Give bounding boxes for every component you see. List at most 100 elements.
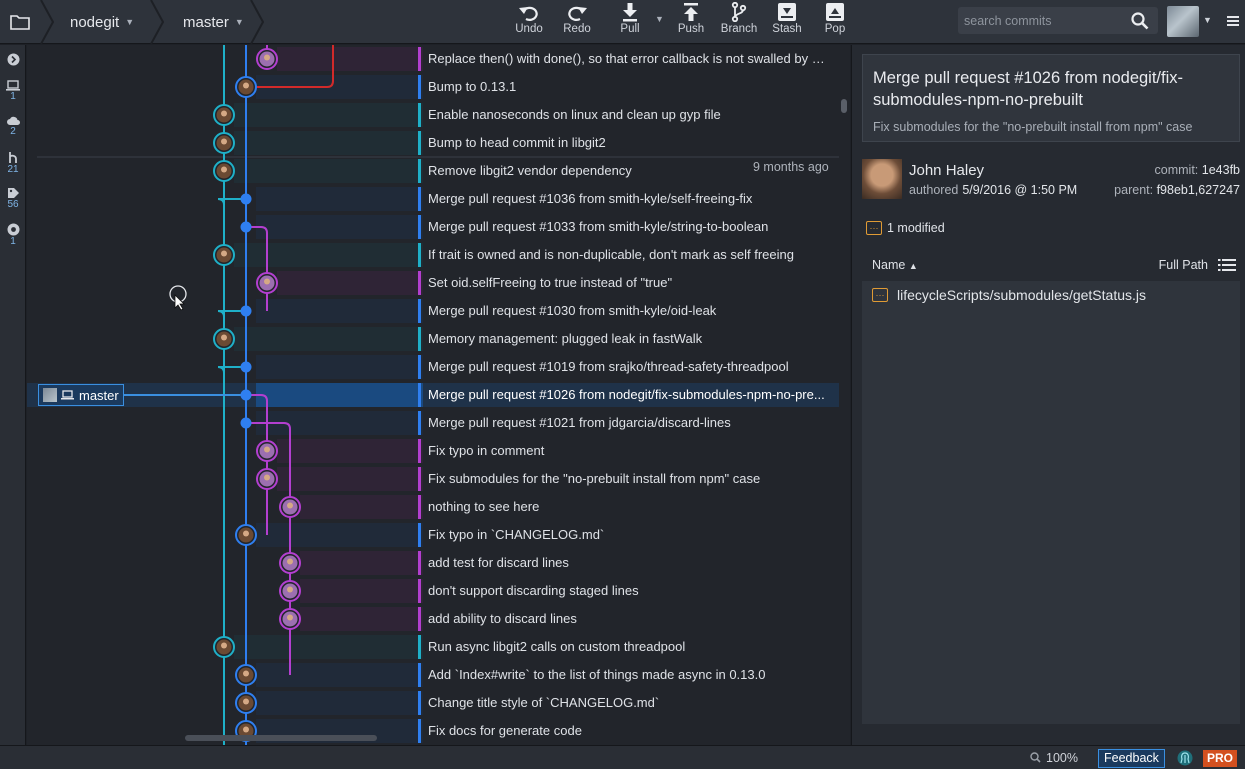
zoom-icon <box>1030 752 1041 763</box>
commit-row-band <box>277 467 423 491</box>
row-color-marker <box>418 551 421 575</box>
open-repo-button[interactable] <box>0 0 40 44</box>
commit-message[interactable]: Merge pull request #1026 from nodegit/fi… <box>428 384 828 406</box>
commit-message[interactable]: Change title style of `CHANGELOG.md` <box>428 692 828 714</box>
commit-sha[interactable]: 1e43fb <box>1202 163 1240 177</box>
list-view-icon[interactable] <box>1218 259 1236 271</box>
gitkraken-icon[interactable] <box>1177 750 1193 766</box>
pop-button[interactable]: Pop <box>811 2 859 42</box>
vertical-scrollbar[interactable] <box>841 99 847 113</box>
commit-message[interactable]: Merge pull request #1036 from smith-kyle… <box>428 188 828 210</box>
rail-local-branches[interactable]: 1 <box>0 80 26 102</box>
author-name: John Haley <box>909 162 985 179</box>
commit-row-band <box>256 187 423 211</box>
pro-badge[interactable]: PRO <box>1203 750 1238 767</box>
merge-commit-dot <box>240 305 252 317</box>
commit-message[interactable]: Bump to head commit in libgit2 <box>428 132 828 154</box>
commit-message[interactable]: add ability to discard lines <box>428 608 828 630</box>
commit-author-face <box>221 138 227 145</box>
commit-message[interactable]: add test for discard lines <box>428 552 828 574</box>
chevron-down-icon: ▼ <box>234 17 244 27</box>
commit-message[interactable]: Merge pull request #1019 from srajko/thr… <box>428 356 828 378</box>
branch-button[interactable]: Branch <box>715 2 763 42</box>
rail-pull-requests[interactable]: 21 <box>0 151 26 175</box>
commit-row-band <box>234 243 423 267</box>
modified-count-label: 1 modified <box>887 221 945 235</box>
commit-message[interactable]: Merge pull request #1021 from jdgarcia/d… <box>428 412 828 434</box>
row-color-marker <box>418 663 421 687</box>
row-color-marker <box>418 215 421 239</box>
branch-tag-master[interactable]: master <box>38 384 124 406</box>
pull-options-chevron-icon[interactable]: ▼ <box>655 14 664 24</box>
search-icon[interactable] <box>1131 12 1149 30</box>
branch-name: master <box>183 13 229 31</box>
laptop-icon <box>6 80 20 91</box>
stash-button[interactable]: Stash <box>763 2 811 42</box>
commit-message[interactable]: Memory management: plugged leak in fastW… <box>428 328 828 350</box>
commit-message[interactable]: Merge pull request #1033 from smith-kyle… <box>428 216 828 238</box>
commit-message[interactable]: Bump to 0.13.1 <box>428 76 828 98</box>
name-sort-button[interactable]: Name ▲ <box>872 258 918 272</box>
commit-author-face <box>264 474 270 481</box>
commit-title: Merge pull request #1026 from nodegit/fi… <box>873 69 1184 109</box>
file-row[interactable]: ··· lifecycleScripts/submodules/getStatu… <box>872 287 1146 303</box>
commit-message[interactable]: nothing to see here <box>428 496 828 518</box>
commit-sha-row: commit: 1e43fb <box>1155 163 1240 177</box>
commit-message[interactable]: Fix submodules for the "no-prebuilt inst… <box>428 468 828 490</box>
rail-remotes[interactable]: 2 <box>0 115 26 137</box>
pop-icon <box>826 3 844 21</box>
full-path-toggle[interactable]: Full Path <box>1159 258 1208 272</box>
branch-selector[interactable]: master ▼ <box>183 0 244 44</box>
account-chevron-down-icon[interactable]: ▼ <box>1203 15 1212 25</box>
commit-row-band <box>234 327 423 351</box>
undo-label: Undo <box>515 23 543 35</box>
repo-selector[interactable]: nodegit ▼ <box>70 0 134 44</box>
remote-count: 2 <box>10 126 16 137</box>
undo-button[interactable]: Undo <box>505 2 553 42</box>
commit-row-band <box>256 663 423 687</box>
search-box <box>958 7 1158 34</box>
commit-message[interactable]: Merge pull request #1030 from smith-kyle… <box>428 300 828 322</box>
commit-message[interactable]: Fix typo in comment <box>428 440 828 462</box>
menu-icon[interactable] <box>1227 15 1239 27</box>
row-color-marker <box>418 691 421 715</box>
commit-message[interactable]: Fix typo in `CHANGELOG.md` <box>428 524 828 546</box>
user-avatar[interactable] <box>1167 6 1199 37</box>
commit-message[interactable]: Set oid.selfFreeing to true instead of "… <box>428 272 828 294</box>
parent-sha-row: parent: f98eb1,627247 <box>1114 183 1240 197</box>
pull-button[interactable]: Pull <box>606 2 654 42</box>
parent-sha[interactable]: f98eb1,627247 <box>1157 183 1240 197</box>
row-color-marker <box>418 159 421 183</box>
search-input[interactable] <box>964 11 1124 30</box>
file-modified-icon: ··· <box>866 221 882 235</box>
file-path: lifecycleScripts/submodules/getStatus.js <box>897 287 1146 303</box>
horizontal-scrollbar[interactable] <box>185 735 377 741</box>
rail-tags[interactable]: 56 <box>0 187 26 210</box>
file-list-header: Name ▲ Full Path <box>862 251 1240 279</box>
authored-info: authored 5/9/2016 @ 1:50 PM <box>909 183 1077 197</box>
commit-row-band <box>256 355 423 379</box>
row-color-marker <box>418 47 421 71</box>
commit-message[interactable]: Run async libgit2 calls on custom thread… <box>428 636 828 658</box>
rail-submodules[interactable]: 1 <box>0 223 26 247</box>
commit-message[interactable]: If trait is owned and is non-duplicable,… <box>428 244 828 266</box>
commit-message[interactable]: Fix docs for generate code <box>428 720 828 742</box>
commit-author-face <box>243 670 249 677</box>
redo-button[interactable]: Redo <box>553 2 601 42</box>
commit-row-band <box>234 159 423 183</box>
commit-message[interactable]: don't support discarding staged lines <box>428 580 828 602</box>
commit-message[interactable]: Enable nanoseconds on linux and clean up… <box>428 104 828 126</box>
commit-message[interactable]: Add `Index#write` to the list of things … <box>428 664 828 686</box>
push-button[interactable]: Push <box>667 2 715 42</box>
merge-curve <box>246 226 268 311</box>
commit-author-face <box>243 82 249 89</box>
commit-author-face <box>287 586 293 593</box>
sort-ascending-icon: ▲ <box>908 261 918 271</box>
rail-expand-button[interactable] <box>0 53 26 66</box>
zoom-control[interactable]: 100% <box>1030 751 1078 765</box>
commit-message[interactable]: Replace then() with done(), so that erro… <box>428 48 828 70</box>
commit-author-face <box>243 726 249 733</box>
feedback-button[interactable]: Feedback <box>1098 749 1165 768</box>
chevron-right-circle-icon <box>7 53 19 66</box>
commit-author-face <box>287 502 293 509</box>
